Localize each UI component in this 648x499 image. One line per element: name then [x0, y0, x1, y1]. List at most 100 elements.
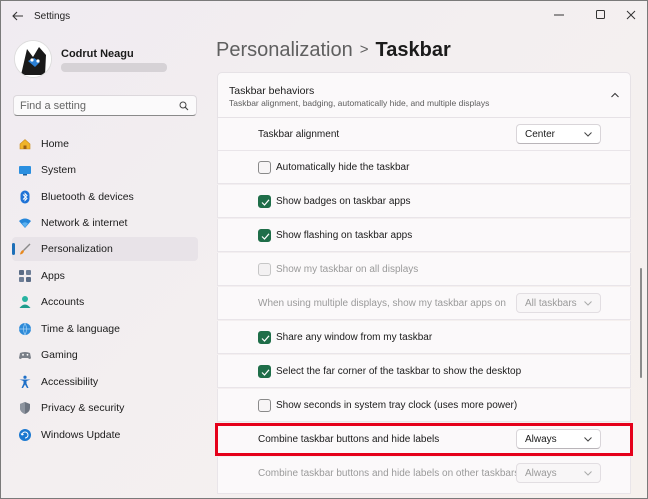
maximize-button[interactable]	[587, 4, 615, 26]
setting-label: Combine taskbar buttons and hide labels	[258, 434, 440, 445]
sidebar-item-network[interactable]: Network & internet	[12, 211, 198, 235]
sidebar-item-label: Apps	[41, 270, 65, 282]
setting-label: Show flashing on taskbar apps	[276, 230, 413, 241]
setting-row-flashing: Show flashing on taskbar apps	[217, 219, 631, 252]
checkmark-icon	[261, 199, 270, 206]
sidebar-item-personalization[interactable]: Personalization	[12, 237, 198, 261]
person-icon	[19, 296, 31, 308]
sidebar-item-home[interactable]: Home	[12, 132, 198, 156]
taskbar-alignment-dropdown[interactable]: Center	[516, 124, 601, 144]
minimize-button[interactable]	[545, 4, 573, 26]
setting-row-far-corner: Select the far corner of the taskbar to …	[217, 355, 631, 388]
minimize-icon	[554, 14, 564, 16]
show-seconds-checkbox[interactable]	[258, 399, 271, 412]
chevron-up-icon[interactable]	[610, 91, 620, 99]
search-input[interactable]	[20, 98, 170, 113]
back-arrow-icon	[12, 11, 23, 21]
setting-row-show-seconds: Show seconds in system tray clock (uses …	[217, 389, 631, 422]
maximize-icon	[596, 10, 605, 19]
home-icon	[19, 139, 31, 150]
setting-row-share-window: Share any window from my taskbar	[217, 321, 631, 354]
sidebar-item-gaming[interactable]: Gaming	[12, 343, 198, 367]
breadcrumb-parent[interactable]: Personalization	[216, 39, 353, 61]
chevron-down-icon	[584, 437, 592, 442]
wifi-icon	[19, 218, 31, 228]
multiple-displays-dropdown[interactable]: All taskbars	[516, 293, 601, 313]
setting-row-badges: Show badges on taskbar apps	[217, 185, 631, 218]
sidebar-item-apps[interactable]: Apps	[12, 264, 198, 288]
system-icon	[19, 166, 31, 176]
setting-label: Select the far corner of the taskbar to …	[276, 366, 522, 377]
selected-indicator	[12, 243, 15, 255]
search-icon[interactable]	[179, 101, 189, 111]
section-subtitle: Taskbar alignment, badging, automaticall…	[229, 98, 490, 108]
far-corner-checkbox[interactable]	[258, 365, 271, 378]
setting-label: Share any window from my taskbar	[276, 332, 433, 343]
sidebar-item-privacy[interactable]: Privacy & security	[12, 396, 198, 420]
globe-clock-icon	[19, 322, 31, 336]
update-icon	[19, 429, 31, 441]
sidebar-item-label: Windows Update	[41, 429, 121, 441]
setting-label: Automatically hide the taskbar	[276, 162, 410, 173]
sidebar-item-label: Accounts	[41, 296, 85, 308]
scrollbar[interactable]	[640, 268, 642, 378]
sidebar-item-bluetooth[interactable]: Bluetooth & devices	[12, 185, 198, 209]
dropdown-value: All taskbars	[525, 298, 577, 309]
auto-hide-checkbox[interactable]	[258, 161, 271, 174]
setting-row-combine-buttons-other: Combine taskbar buttons and hide labels …	[217, 457, 631, 494]
taskbar-behaviors-panel: Taskbar behaviors Taskbar alignment, bad…	[217, 72, 631, 494]
title-bar: Settings	[0, 0, 648, 32]
chevron-down-icon	[584, 471, 592, 476]
profile-email-redacted	[61, 63, 167, 72]
avatar-image	[15, 41, 51, 77]
flashing-checkbox[interactable]	[258, 229, 271, 242]
chevron-down-icon	[584, 132, 592, 137]
sidebar-item-label: System	[41, 164, 77, 176]
setting-row-auto-hide: Automatically hide the taskbar	[217, 151, 631, 184]
dropdown-value: Always	[525, 468, 557, 479]
close-icon	[626, 10, 636, 20]
breadcrumb-separator: >	[359, 41, 369, 58]
brush-icon	[20, 243, 31, 255]
setting-label: Show my taskbar on all displays	[276, 264, 419, 275]
page-title: Taskbar	[375, 39, 451, 61]
sidebar-item-label: Time & language	[41, 323, 120, 335]
share-window-checkbox[interactable]	[258, 331, 271, 344]
setting-row-all-displays: Show my taskbar on all displays	[217, 253, 631, 286]
profile-name: Codrut Neagu	[61, 48, 134, 60]
chevron-down-icon	[584, 301, 592, 306]
breadcrumb: Personalization > Taskbar	[216, 39, 451, 62]
setting-label: When using multiple displays, show my ta…	[258, 298, 506, 309]
dropdown-value: Always	[525, 434, 557, 445]
checkmark-icon	[261, 335, 270, 342]
combine-buttons-other-dropdown[interactable]: Always	[516, 463, 601, 483]
sidebar-item-time-language[interactable]: Time & language	[12, 317, 198, 341]
apps-icon	[19, 270, 31, 282]
dropdown-value: Center	[525, 129, 556, 140]
setting-row-combine-buttons: Combine taskbar buttons and hide labels …	[217, 423, 631, 456]
all-displays-checkbox[interactable]	[258, 263, 271, 276]
sidebar-item-windows-update[interactable]: Windows Update	[12, 423, 198, 447]
badges-checkbox[interactable]	[258, 195, 271, 208]
avatar[interactable]	[14, 40, 52, 78]
sidebar-item-label: Accessibility	[41, 376, 99, 388]
checkmark-icon	[261, 233, 270, 240]
accessibility-icon	[19, 375, 31, 388]
sidebar-item-system[interactable]: System	[12, 158, 198, 182]
section-header[interactable]: Taskbar behaviors Taskbar alignment, bad…	[217, 72, 631, 118]
back-button[interactable]	[8, 6, 28, 26]
close-button[interactable]	[617, 4, 645, 26]
setting-row-taskbar-alignment: Taskbar alignment Center	[217, 118, 631, 151]
shield-icon	[20, 402, 30, 414]
sidebar-item-label: Gaming	[41, 349, 78, 361]
app-title: Settings	[34, 11, 71, 22]
setting-label: Taskbar alignment	[258, 129, 340, 140]
sidebar-item-accessibility[interactable]: Accessibility	[12, 370, 198, 394]
sidebar-item-label: Personalization	[41, 243, 113, 255]
search-box[interactable]	[13, 95, 197, 116]
combine-buttons-dropdown[interactable]: Always	[516, 429, 601, 449]
section-title: Taskbar behaviors	[229, 85, 315, 97]
checkmark-icon	[261, 369, 270, 376]
setting-label: Combine taskbar buttons and hide labels …	[258, 468, 520, 479]
sidebar-item-accounts[interactable]: Accounts	[12, 290, 198, 314]
